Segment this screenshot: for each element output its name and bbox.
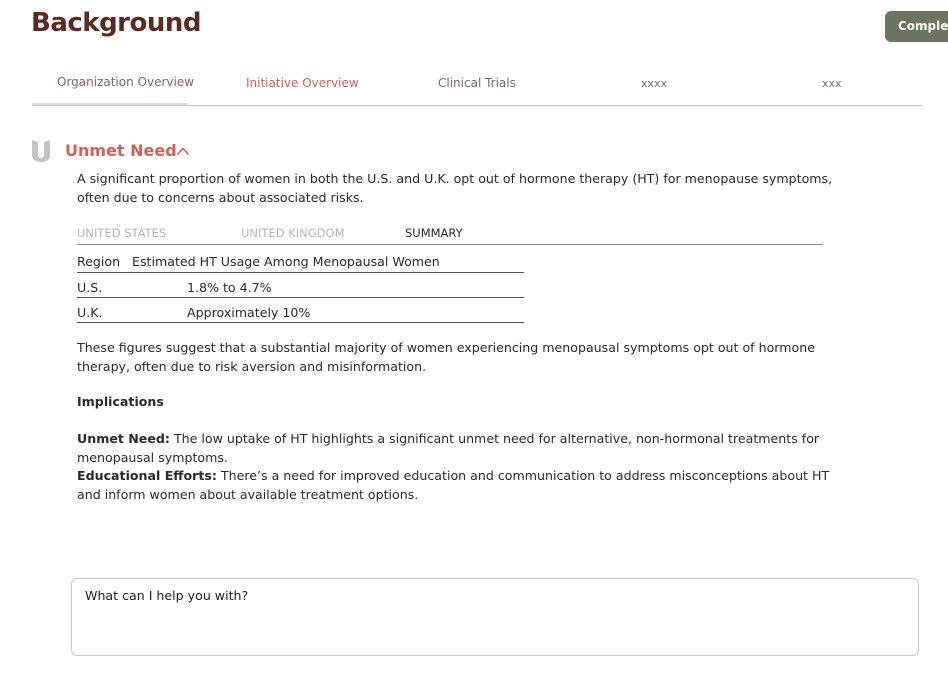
subtab-united-states[interactable]: UNITED STATES xyxy=(77,226,166,240)
tab-clinical-trials[interactable]: Clinical Trials xyxy=(438,76,516,90)
table-cell: 1.8% to 4.7% xyxy=(187,280,272,295)
table-cell: Approximately 10% xyxy=(187,305,311,320)
summary-text: These figures suggest that a substantial… xyxy=(77,340,815,374)
table-cell: U.K. xyxy=(77,305,103,320)
implications-list: Unmet Need: The low uptake of HT highlig… xyxy=(77,430,847,504)
implications-heading: Implications xyxy=(77,394,164,409)
ht-usage-table: Region Estimated HT Usage Among Menopaus… xyxy=(77,252,524,323)
tab-bar: Organization Overview Initiative Overvie… xyxy=(32,62,922,106)
page: Background Complete Organization Overvie… xyxy=(0,0,948,680)
chat-input[interactable]: What can I help you with? xyxy=(71,578,919,656)
complete-button[interactable]: Complete xyxy=(885,11,948,42)
subtab-summary[interactable]: SUMMARY xyxy=(405,226,463,240)
implication-label: Educational Efforts: xyxy=(77,468,217,483)
table-header-row: Region Estimated HT Usage Among Menopaus… xyxy=(77,252,524,273)
page-title: Background xyxy=(31,8,202,38)
tab-xxx[interactable]: xxx xyxy=(822,77,842,90)
implication-label: Unmet Need: xyxy=(77,431,170,446)
intro-text: A significant proportion of women in bot… xyxy=(77,171,833,205)
table-header-cell: Estimated HT Usage Among Menopausal Wome… xyxy=(132,254,440,269)
tab-underline xyxy=(32,103,187,105)
sub-tab-bar: UNITED STATES UNITED KINGDOM SUMMARY xyxy=(77,224,823,245)
section-title[interactable]: Unmet Need xyxy=(65,141,177,160)
chevron-up-icon[interactable] xyxy=(176,146,190,156)
tab-organization-overview[interactable]: Organization Overview xyxy=(57,75,194,89)
implication-item: Educational Efforts: There’s a need for … xyxy=(77,467,847,504)
table-row: U.K. Approximately 10% xyxy=(77,298,524,323)
implication-text: The low uptake of HT highlights a signif… xyxy=(77,431,820,465)
chat-placeholder: What can I help you with? xyxy=(85,588,249,603)
implication-item: Unmet Need: The low uptake of HT highlig… xyxy=(77,430,847,467)
subtab-united-kingdom[interactable]: UNITED KINGDOM xyxy=(241,226,345,240)
tab-initiative-overview[interactable]: Initiative Overview xyxy=(246,76,359,90)
table-cell: U.S. xyxy=(77,280,103,295)
u-shield-icon xyxy=(32,140,50,162)
table-row: U.S. 1.8% to 4.7% xyxy=(77,273,524,298)
table-header-cell: Region xyxy=(77,254,121,269)
tab-xxxx[interactable]: xxxx xyxy=(641,77,667,90)
